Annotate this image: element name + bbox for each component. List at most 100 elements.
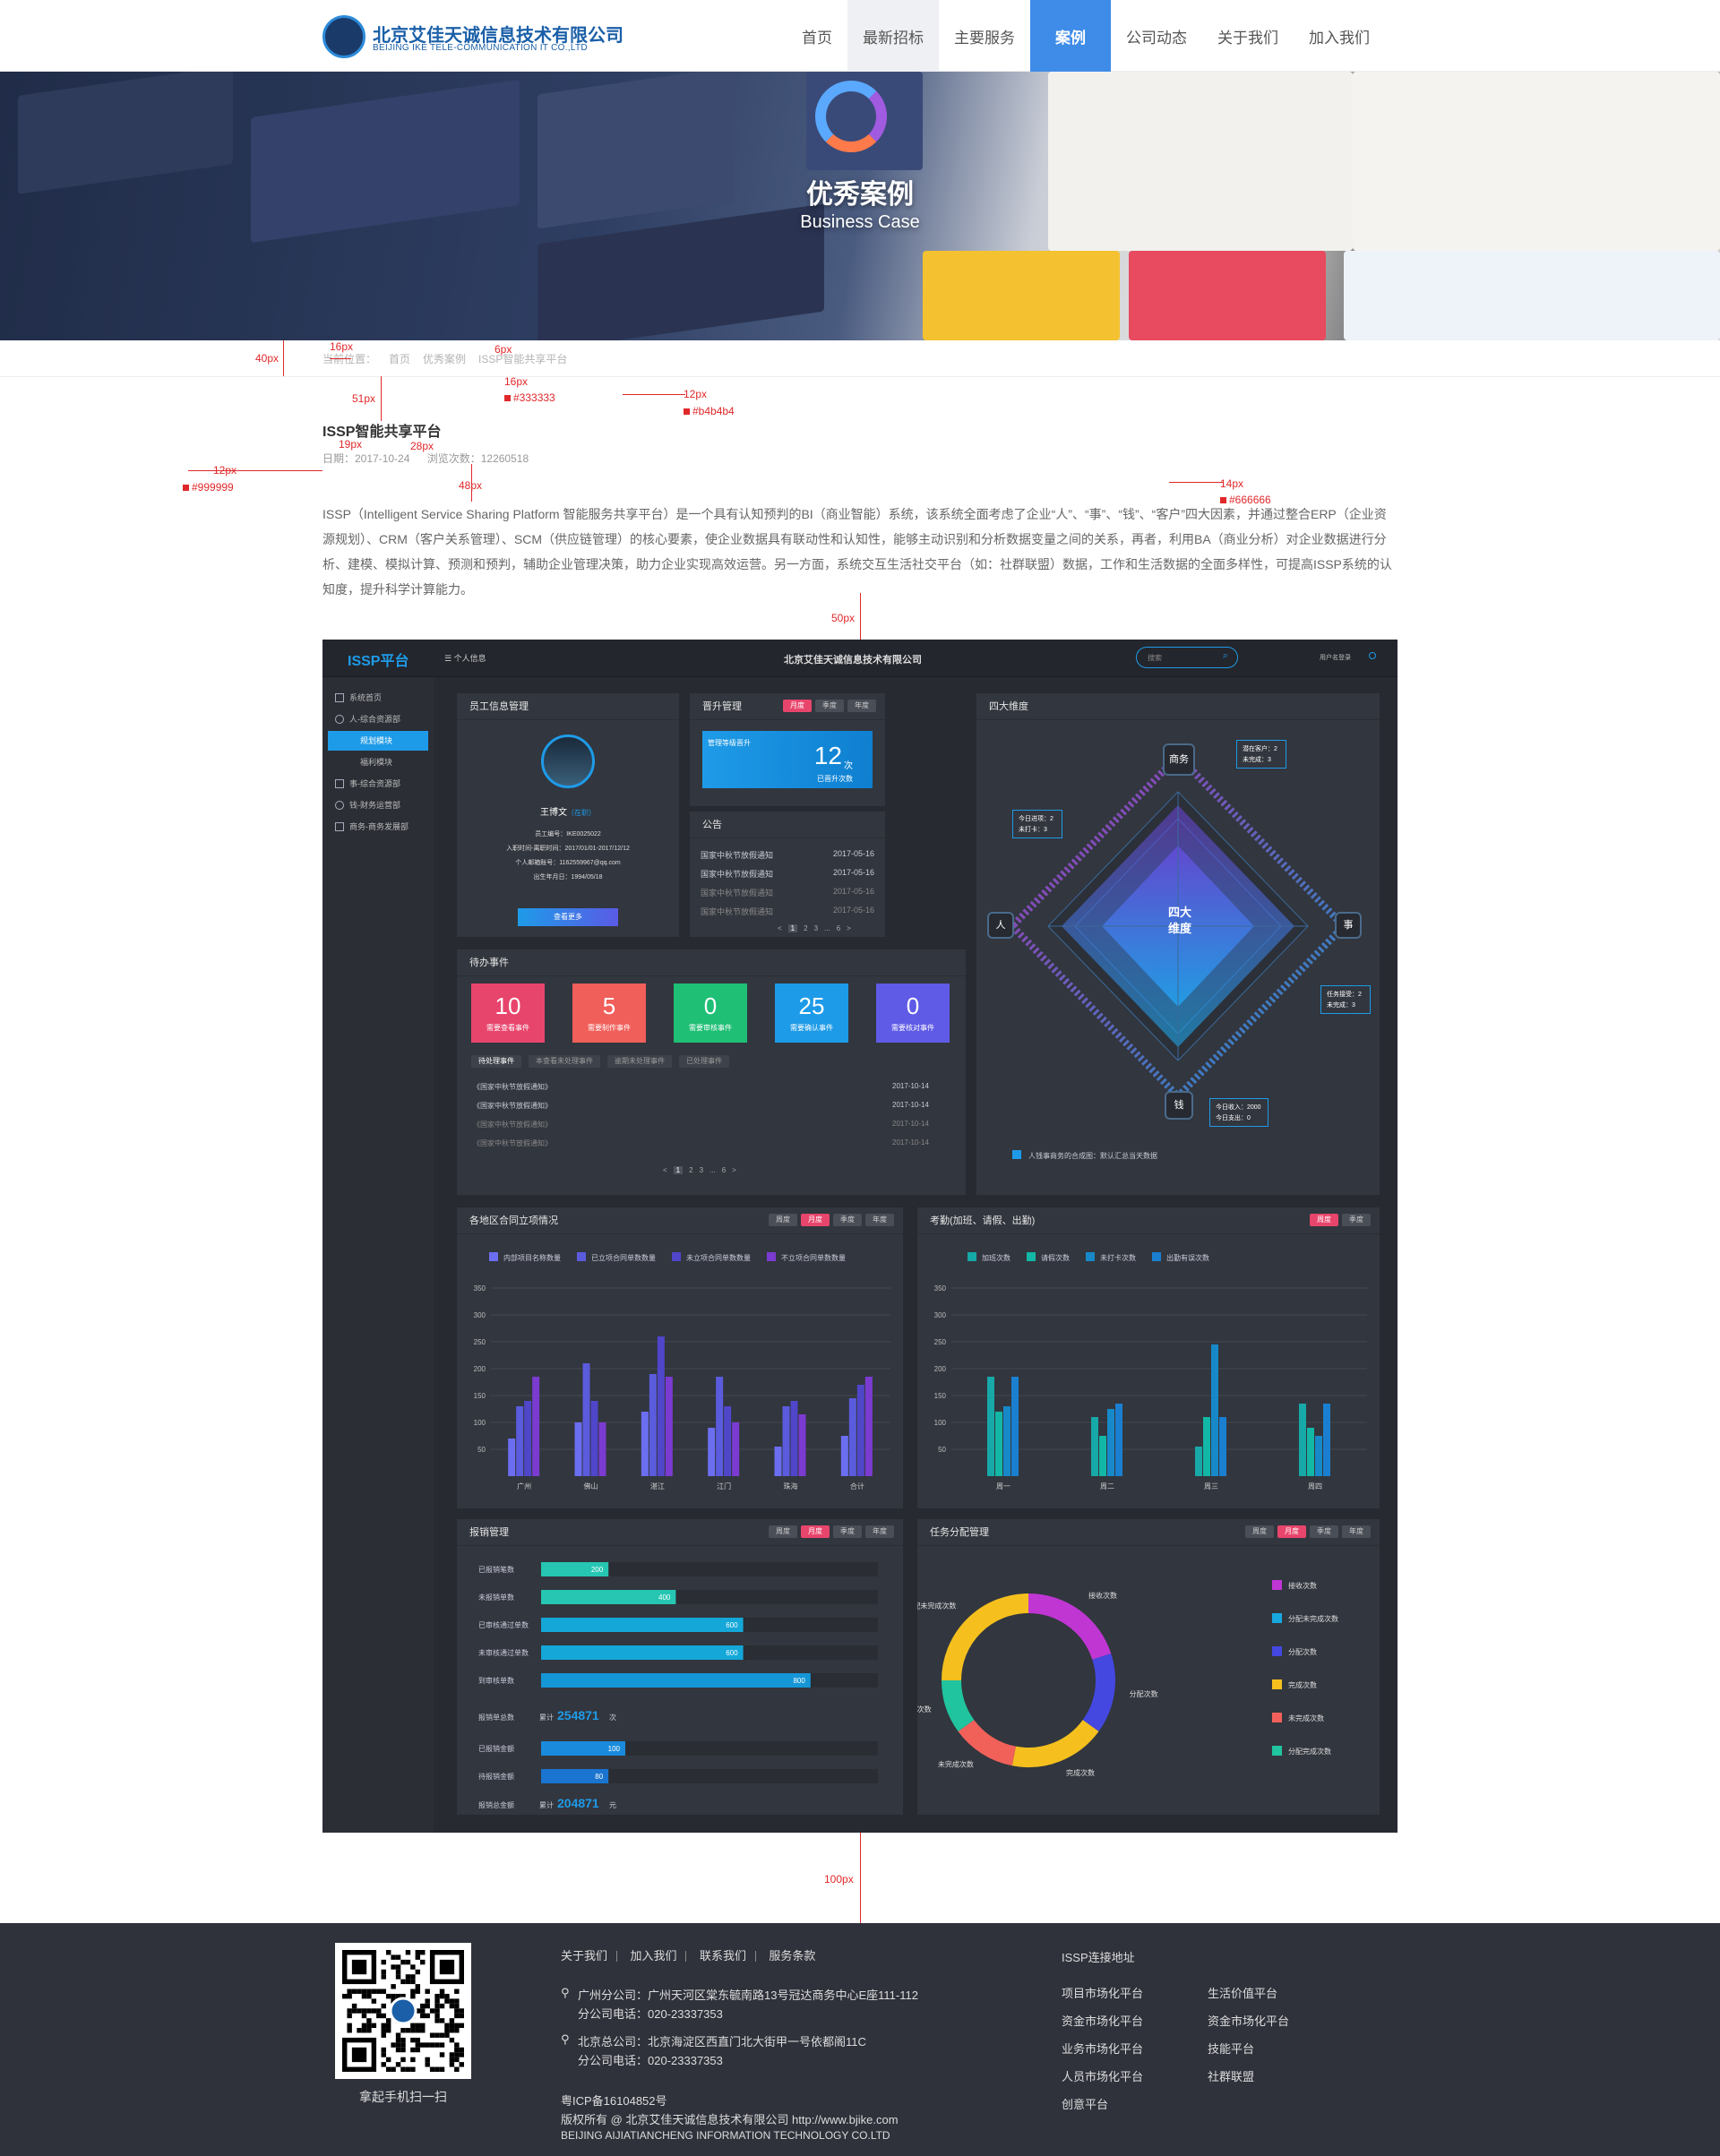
tab-month[interactable]: 月度	[783, 700, 812, 712]
tab-month[interactable]: 月度	[801, 1214, 830, 1226]
bar	[708, 1428, 716, 1476]
todo-item[interactable]: 《国家中秋节放假通知》	[473, 1082, 552, 1092]
qr-module	[395, 1964, 401, 1970]
y-tick-label: 50	[477, 1446, 486, 1454]
y-tick-label: 350	[474, 1284, 486, 1293]
node-affairs[interactable]: 事	[1335, 912, 1362, 939]
tab-month[interactable]: 月度	[1277, 1525, 1306, 1538]
qr-module	[454, 2047, 460, 2053]
todo-item[interactable]: 《国家中秋节放假通知》	[473, 1120, 552, 1130]
sidebar-item-finance[interactable]: 钱-财务运营部	[328, 795, 428, 815]
nav-about[interactable]: 关于我们	[1202, 0, 1294, 72]
tab-year[interactable]: 年度	[847, 700, 876, 712]
qr-module	[429, 2008, 435, 2014]
tab-quarter[interactable]: 季度	[1310, 1525, 1338, 1538]
todo-pagination[interactable]: <1 2 3... 6 >	[663, 1166, 736, 1174]
todo-item[interactable]: 《国家中秋节放假通知》	[473, 1138, 552, 1148]
qr-module	[415, 2023, 421, 2029]
notice-item[interactable]: 国家中秋节放假通知	[701, 887, 773, 898]
tab-year[interactable]: 年度	[1342, 1525, 1371, 1538]
issp-link[interactable]: 社群联盟	[1208, 2067, 1254, 2084]
issp-link[interactable]: 创意平台	[1062, 2095, 1108, 2112]
tab-week[interactable]: 周度	[1310, 1214, 1338, 1226]
tab-year[interactable]: 年度	[865, 1214, 894, 1226]
legend-swatch	[1272, 1713, 1282, 1722]
breadcrumb-cases[interactable]: 优秀案例	[423, 351, 466, 366]
sidebar-item-people[interactable]: 人-综合资源部	[328, 709, 428, 729]
notice-pagination[interactable]: <1 2 3... 6 >	[778, 924, 851, 932]
qr-module	[391, 2042, 396, 2048]
y-tick-label: 200	[474, 1365, 486, 1373]
tab-quarter[interactable]: 季度	[1342, 1214, 1371, 1226]
tab-quarter[interactable]: 季度	[815, 700, 844, 712]
sidebar-item-planning[interactable]: 规划模块	[328, 731, 428, 751]
tab-week[interactable]: 周度	[1245, 1525, 1274, 1538]
nav-home[interactable]: 首页	[787, 0, 847, 72]
nav-services[interactable]: 主要服务	[939, 0, 1030, 72]
nav-cases[interactable]: 案例	[1030, 0, 1111, 72]
bar	[1099, 1436, 1106, 1476]
qr-code-icon	[342, 1950, 464, 2072]
stat-confirm[interactable]: 25 需要确认事件	[775, 984, 848, 1043]
radar-center-label: 四大 维度	[1167, 906, 1191, 935]
qr-module	[444, 2028, 450, 2033]
issp-link[interactable]: 业务市场化平台	[1062, 2040, 1143, 2057]
dashboard-brand[interactable]: ISSP平台	[348, 649, 408, 670]
footer-link-contact[interactable]: 联系我们	[700, 1949, 746, 1963]
filter-done[interactable]: 已处理事件	[679, 1055, 729, 1068]
personal-info-menu[interactable]: ☰ 个人信息	[444, 652, 486, 664]
sidebar-item-welfare[interactable]: 福利模块	[328, 752, 428, 772]
issp-link[interactable]: 人员市场化平台	[1062, 2067, 1143, 2084]
issp-link[interactable]: 资金市场化平台	[1062, 2012, 1143, 2029]
tab-quarter[interactable]: 季度	[833, 1525, 862, 1538]
node-business[interactable]: 商务	[1163, 743, 1195, 776]
issp-link[interactable]: 生活价值平台	[1208, 1984, 1277, 2001]
sidebar-item-business[interactable]: 商务-商务发展部	[328, 817, 428, 837]
issp-link[interactable]: 资金市场化平台	[1208, 2012, 1289, 2029]
node-money[interactable]: 钱	[1165, 1091, 1193, 1120]
legend-swatch	[1012, 1150, 1021, 1159]
nav-news[interactable]: 公司动态	[1111, 0, 1202, 72]
stat-make[interactable]: 5 需要制作事件	[572, 984, 646, 1043]
tab-year[interactable]: 年度	[865, 1525, 894, 1538]
notice-item[interactable]: 国家中秋节放假通知	[701, 849, 773, 861]
tab-week[interactable]: 周度	[769, 1525, 797, 1538]
view-more-button[interactable]: 查看更多	[518, 908, 618, 926]
qr-module	[454, 2028, 460, 2033]
issp-link[interactable]: 技能平台	[1208, 2040, 1254, 2057]
dashboard-search-input[interactable]: 搜索 ⌕	[1136, 647, 1238, 668]
tab-month[interactable]: 月度	[801, 1525, 830, 1538]
stat-view[interactable]: 10 需要查看事件	[471, 984, 545, 1043]
company-logo[interactable]: 北京艾佳天诚信息技术有限公司 BEIJING IKE TELE-COMMUNIC…	[322, 15, 624, 58]
filter-unviewed[interactable]: 本查看未处理事件	[529, 1055, 600, 1068]
bar	[1107, 1409, 1114, 1476]
tab-week[interactable]: 周度	[769, 1214, 797, 1226]
notice-item[interactable]: 国家中秋节放假通知	[701, 906, 773, 917]
donut-slice	[1011, 1719, 1099, 1767]
main-nav: 首页 最新招标 主要服务 案例 公司动态 关于我们 加入我们	[787, 0, 1385, 72]
todo-item[interactable]: 《国家中秋节放假通知》	[473, 1101, 552, 1111]
footer-link-terms[interactable]: 服务条款	[769, 1949, 815, 1963]
qr-module	[347, 2028, 352, 2033]
leader-line	[1169, 482, 1223, 483]
user-login[interactable]: 用户名登录	[1320, 653, 1351, 662]
stat-review[interactable]: 0 需要审核事件	[674, 984, 747, 1043]
nav-bidding[interactable]: 最新招标	[847, 0, 939, 72]
issp-link[interactable]: 项目市场化平台	[1062, 1984, 1143, 2001]
breadcrumb-home[interactable]: 首页	[389, 351, 410, 366]
qr-module	[385, 2023, 391, 2029]
sidebar-item-affairs[interactable]: 事-综合资源部	[328, 774, 428, 794]
notice-item[interactable]: 国家中秋节放假通知	[701, 868, 773, 880]
bar-category-label: 已报销金额	[478, 1744, 514, 1753]
footer-link-about[interactable]: 关于我们	[561, 1949, 607, 1963]
power-icon[interactable]	[1369, 652, 1376, 659]
filter-pending[interactable]: 待处理事件	[471, 1055, 521, 1068]
tab-quarter[interactable]: 季度	[833, 1214, 862, 1226]
banner-tile	[1344, 251, 1720, 340]
nav-join[interactable]: 加入我们	[1294, 0, 1385, 72]
node-people[interactable]: 人	[987, 912, 1014, 939]
footer-link-join[interactable]: 加入我们	[630, 1949, 676, 1963]
stat-check[interactable]: 0 需要核对事件	[876, 984, 950, 1043]
filter-overdue[interactable]: 逾期未处理事件	[607, 1055, 672, 1068]
sidebar-item-home[interactable]: 系统首页	[328, 688, 428, 708]
